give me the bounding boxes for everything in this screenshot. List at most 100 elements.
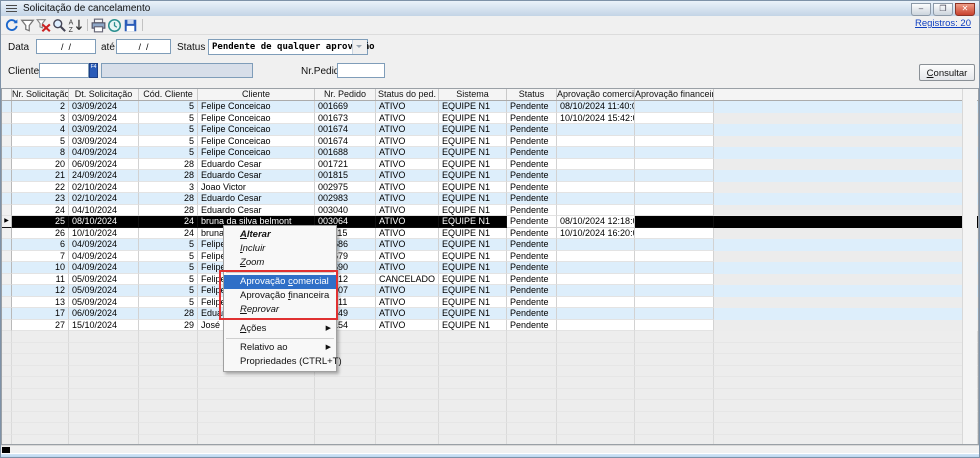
grid-cell[interactable]: 12	[12, 285, 69, 297]
grid-cell[interactable]: Pendente	[507, 193, 557, 205]
grid-cell[interactable]	[315, 377, 376, 389]
column-header[interactable]: Nr. Pedido	[315, 89, 376, 100]
grid-cell[interactable]: 5	[139, 136, 198, 148]
menu-item-aprova-o-comercial[interactable]: Aprovação comercial	[224, 275, 336, 289]
menu-item-aprova-o-financeira[interactable]: Aprovação financeira	[224, 289, 336, 303]
grid-cell[interactable]: EQUIPE N1	[439, 193, 507, 205]
grid-cell[interactable]: 28	[139, 193, 198, 205]
grid-cell[interactable]	[557, 147, 635, 159]
table-row[interactable]	[2, 423, 978, 435]
grid-cell[interactable]	[635, 400, 714, 412]
grid-cell[interactable]	[439, 400, 507, 412]
grid-cell[interactable]	[635, 159, 714, 171]
grid-cell[interactable]: EQUIPE N1	[439, 147, 507, 159]
grid-cell[interactable]	[439, 343, 507, 355]
table-row[interactable]: 203/09/20245Felipe Conceicao001669ATIVOE…	[2, 101, 978, 113]
grid-cell[interactable]: 24	[139, 228, 198, 240]
grid-cell[interactable]: 04/10/2024	[69, 205, 139, 217]
grid-cell[interactable]: 23	[12, 193, 69, 205]
grid-cell[interactable]	[635, 343, 714, 355]
grid-cell[interactable]	[12, 389, 69, 401]
grid-cell[interactable]	[69, 366, 139, 378]
grid-cell[interactable]	[198, 389, 315, 401]
grid-cell[interactable]: EQUIPE N1	[439, 205, 507, 217]
grid-cell[interactable]: Pendente	[507, 239, 557, 251]
grid-cell[interactable]: 5	[139, 147, 198, 159]
grid-cell[interactable]: 001673	[315, 113, 376, 125]
grid-cell[interactable]	[12, 366, 69, 378]
grid-cell[interactable]	[557, 308, 635, 320]
table-row[interactable]: 2124/09/202428Eduardo Cesar001815ATIVOEQ…	[2, 170, 978, 182]
table-row[interactable]: 2404/10/202428Eduardo Cesar003040ATIVOEQ…	[2, 205, 978, 217]
grid-cell[interactable]: 5	[139, 297, 198, 309]
grid-cell[interactable]: 03/09/2024	[69, 101, 139, 113]
grid-cell[interactable]: Pendente	[507, 159, 557, 171]
grid-cell[interactable]: 24	[12, 205, 69, 217]
grid-cell[interactable]	[69, 331, 139, 343]
grid-cell[interactable]	[635, 262, 714, 274]
grid-cell[interactable]: 4	[12, 124, 69, 136]
grid-cell[interactable]	[139, 412, 198, 424]
grid-cell[interactable]	[376, 354, 439, 366]
grid-cell[interactable]: 5	[139, 285, 198, 297]
grid-cell[interactable]: Pendente	[507, 216, 557, 228]
grid-cell[interactable]	[139, 400, 198, 412]
grid-cell[interactable]	[439, 412, 507, 424]
grid-cell[interactable]: 001721	[315, 159, 376, 171]
grid-cell[interactable]: Eduardo Cesar	[198, 193, 315, 205]
grid-cell[interactable]	[507, 377, 557, 389]
grid-cell[interactable]: 5	[139, 274, 198, 286]
clock-icon[interactable]	[107, 18, 122, 32]
grid-cell[interactable]: Felipe Conceicao	[198, 136, 315, 148]
grid-cell[interactable]	[635, 251, 714, 263]
grid-cell[interactable]	[69, 435, 139, 446]
grid-cell[interactable]: CANCELADO	[376, 274, 439, 286]
grid-cell[interactable]: 17	[12, 308, 69, 320]
grid-cell[interactable]	[557, 182, 635, 194]
grid-cell[interactable]	[557, 377, 635, 389]
grid-cell[interactable]: Felipe Conceicao	[198, 101, 315, 113]
grid-cell[interactable]	[12, 343, 69, 355]
column-header[interactable]: Nr. Solicitação	[12, 89, 69, 100]
grid-cell[interactable]	[557, 159, 635, 171]
grid-cell[interactable]: 5	[139, 113, 198, 125]
grid-cell[interactable]: 2	[12, 101, 69, 113]
grid-cell[interactable]: EQUIPE N1	[439, 274, 507, 286]
grid-cell[interactable]	[635, 320, 714, 332]
grid-cell[interactable]	[635, 228, 714, 240]
grid-cell[interactable]: Eduardo Cesar	[198, 159, 315, 171]
grid-cell[interactable]: Pendente	[507, 274, 557, 286]
registros-link[interactable]: Registros: 20	[915, 18, 971, 29]
grid-cell[interactable]: Pendente	[507, 182, 557, 194]
grid-cell[interactable]	[557, 331, 635, 343]
grid-cell[interactable]	[139, 331, 198, 343]
grid-cell[interactable]: Pendente	[507, 297, 557, 309]
grid-cell[interactable]: 03/09/2024	[69, 113, 139, 125]
grid-cell[interactable]	[439, 435, 507, 446]
grid-cell[interactable]: EQUIPE N1	[439, 239, 507, 251]
grid-cell[interactable]	[557, 412, 635, 424]
grid-cell[interactable]: Pendente	[507, 170, 557, 182]
grid-cell[interactable]	[557, 389, 635, 401]
grid-cell[interactable]	[635, 239, 714, 251]
grid-cell[interactable]	[139, 377, 198, 389]
grid-cell[interactable]: 08/10/2024 11:40:00	[557, 101, 635, 113]
grid-cell[interactable]: 04/09/2024	[69, 147, 139, 159]
grid-cell[interactable]	[507, 366, 557, 378]
grid-cell[interactable]: Pendente	[507, 262, 557, 274]
table-row[interactable]	[2, 354, 978, 366]
refresh-icon[interactable]	[4, 18, 19, 32]
grid-cell[interactable]	[198, 412, 315, 424]
grid-cell[interactable]: 05/09/2024	[69, 274, 139, 286]
column-header[interactable]: Aprovação comercial	[557, 89, 635, 100]
grid-cell[interactable]	[376, 343, 439, 355]
grid-cell[interactable]: 001815	[315, 170, 376, 182]
grid-cell[interactable]	[557, 193, 635, 205]
grid-cell[interactable]: 03/09/2024	[69, 124, 139, 136]
grid-cell[interactable]: 10/10/2024 15:42:00	[557, 113, 635, 125]
grid-cell[interactable]	[635, 435, 714, 446]
grid-cell[interactable]: ATIVO	[376, 124, 439, 136]
column-header[interactable]: Cliente	[198, 89, 315, 100]
table-row[interactable]: 1305/09/20245Felipe Conceicao001711ATIVO…	[2, 297, 978, 309]
grid-cell[interactable]	[439, 423, 507, 435]
